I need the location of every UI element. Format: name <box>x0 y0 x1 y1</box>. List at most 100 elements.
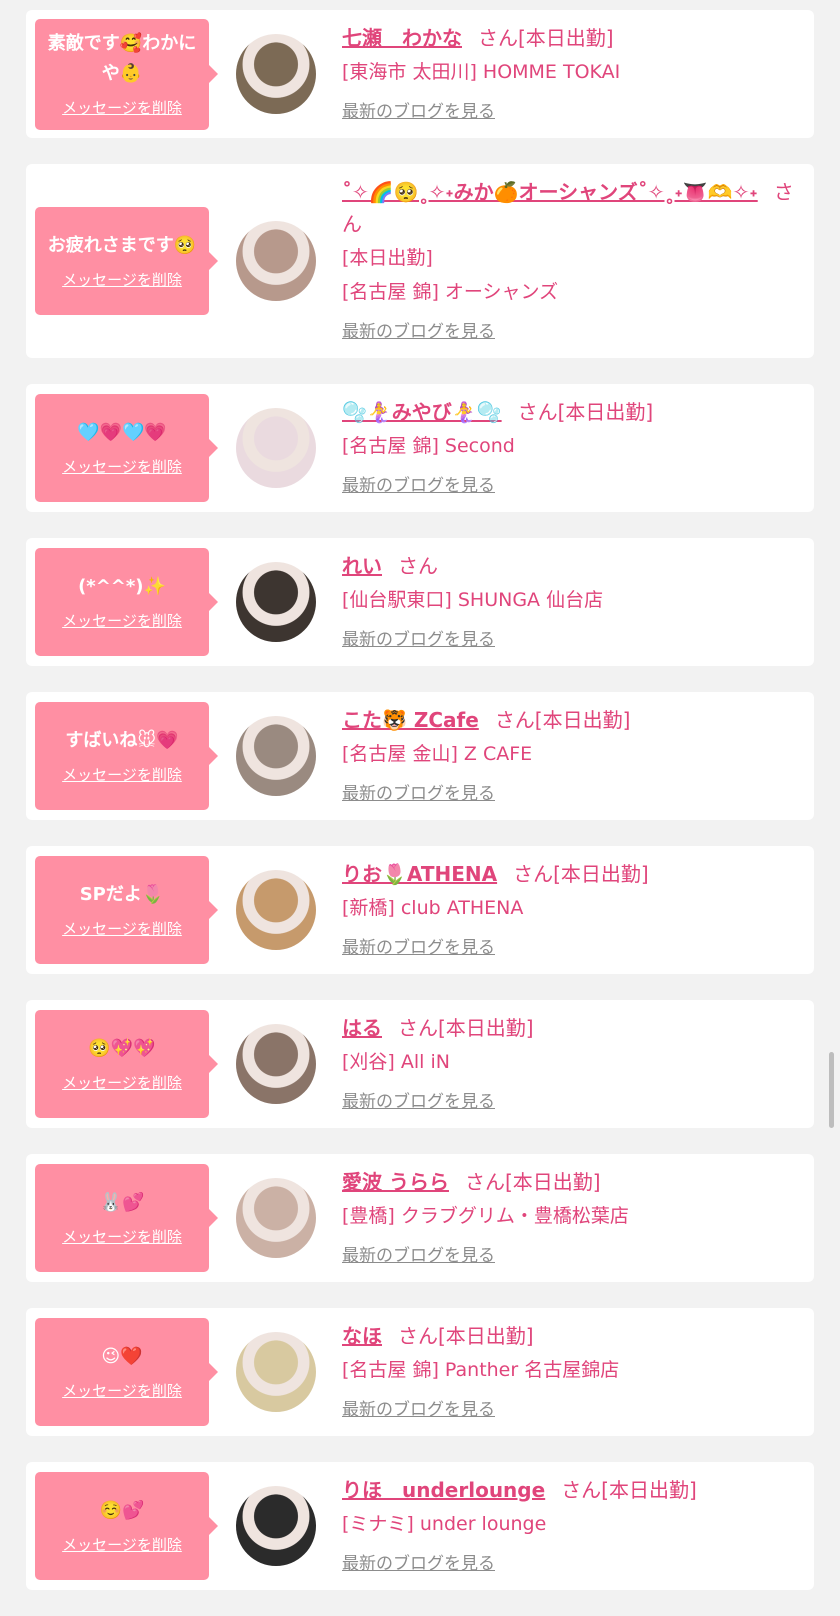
message-text: 🥺💖💖 <box>88 1037 156 1059</box>
name-row: 🫧🧜‍♀️みやび🧜‍♀️🫧 さん[本日出勤] <box>342 396 804 428</box>
delete-message-link[interactable]: メッセージを削除 <box>62 1534 182 1555</box>
delete-message-link[interactable]: メッセージを削除 <box>62 97 182 118</box>
delete-message-link[interactable]: メッセージを削除 <box>62 456 182 477</box>
latest-blog-link[interactable]: 最新のブログを見る <box>342 780 495 808</box>
message-card: 🐰💕 メッセージを削除 愛波 うらら さん[本日出勤] [豊橋] クラブグリム・豊橋松葉… <box>26 1154 814 1282</box>
message-text: お疲れさまです🥺 <box>47 234 197 256</box>
latest-blog-link[interactable]: 最新のブログを見る <box>342 934 495 962</box>
message-bubble: (*^^*)✨ メッセージを削除 <box>35 548 218 656</box>
cast-name-link[interactable]: 愛波 うらら <box>342 1170 449 1194</box>
cast-info: こた🐯 ZCafe さん[本日出勤] [名古屋 金山] Z CAFE 最新のブログを見… <box>342 692 814 820</box>
message-text: 素敵です🥰わかにや👶 <box>47 32 197 84</box>
cast-name-link[interactable]: なほ <box>342 1324 382 1348</box>
name-row: はる さん[本日出勤] <box>342 1012 804 1044</box>
avatar[interactable] <box>236 1024 316 1104</box>
scrollbar[interactable] <box>829 1052 834 1128</box>
shop-location: [ミナミ] under lounge <box>342 1513 547 1535</box>
delete-message-link[interactable]: メッセージを削除 <box>62 918 182 939</box>
shop-location: [豊橋] クラブグリム・豊橋松葉店 <box>342 1205 629 1227</box>
message-card: 🩵💗🩵💗 メッセージを削除 🫧🧜‍♀️みやび🧜‍♀️🫧 さん[本日出勤] [名古屋 錦]… <box>26 384 814 512</box>
latest-blog-link[interactable]: 最新のブログを見る <box>342 626 495 654</box>
cast-name-link[interactable]: れい <box>342 554 382 578</box>
message-card: (*^^*)✨ メッセージを削除 れい さん [仙台駅東口] SHUNGA 仙台店最新の… <box>26 538 814 666</box>
shop-location: [新橋] club ATHENA <box>342 897 524 919</box>
latest-blog-link[interactable]: 最新のブログを見る <box>342 318 495 346</box>
message-text: ☺️💕 <box>99 1499 145 1521</box>
avatar[interactable] <box>236 1178 316 1258</box>
cast-name-link[interactable]: はる <box>342 1016 382 1040</box>
delete-message-link[interactable]: メッセージを削除 <box>62 1226 182 1247</box>
honorific-status: さん[本日出勤] <box>478 26 614 50</box>
avatar[interactable] <box>236 562 316 642</box>
honorific-status: さん <box>398 554 438 578</box>
delete-message-link[interactable]: メッセージを削除 <box>62 1380 182 1401</box>
cast-info: 🫧🧜‍♀️みやび🧜‍♀️🫧 さん[本日出勤] [名古屋 錦] Second 最新のブロ… <box>342 384 814 512</box>
message-bubble: 🐰💕 メッセージを削除 <box>35 1164 218 1272</box>
shop-location: [東海市 太田川] HOMME TOKAI <box>342 61 621 83</box>
message-card: 🥺💖💖 メッセージを削除 はる さん[本日出勤] [刈谷] All iN 最新のブログを見… <box>26 1000 814 1128</box>
cast-info: ˚✧🌈🥺˳✧˖みか🍊オーシャンズ˚✧˳˖👅🫶✧˖ さん [本日出勤] [名古屋 錦] … <box>342 164 814 358</box>
avatar[interactable] <box>236 408 316 488</box>
name-row: なほ さん[本日出勤] <box>342 1320 804 1352</box>
latest-blog-link[interactable]: 最新のブログを見る <box>342 1088 495 1116</box>
message-text: 😉❤️ <box>101 1345 143 1367</box>
cast-name-link[interactable]: りお🌷ATHENA <box>342 862 497 886</box>
shop-location: [仙台駅東口] SHUNGA 仙台店 <box>342 589 604 611</box>
name-row: れい さん <box>342 550 804 582</box>
cast-name-link[interactable]: 🫧🧜‍♀️みやび🧜‍♀️🫧 <box>342 400 502 424</box>
shop-location: [刈谷] All iN <box>342 1051 450 1073</box>
honorific-status: さん[本日出勤] <box>517 400 654 424</box>
name-row: りお🌷ATHENA さん[本日出勤] <box>342 858 804 890</box>
avatar[interactable] <box>236 1486 316 1566</box>
message-list: 素敵です🥰わかにや👶 メッセージを削除 七瀬 わかな さん[本日出勤] [東海市 太田川… <box>26 10 814 1616</box>
honorific-status: さん[本日出勤] <box>464 1170 601 1194</box>
delete-message-link[interactable]: メッセージを削除 <box>62 269 182 290</box>
latest-blog-link[interactable]: 最新のブログを見る <box>342 1550 495 1578</box>
message-bubble: SPだよ🌷 メッセージを削除 <box>35 856 218 964</box>
shop-location: [名古屋 錦] Panther 名古屋錦店 <box>342 1359 620 1381</box>
message-card: SPだよ🌷 メッセージを削除 りお🌷ATHENA さん[本日出勤] [新橋] club … <box>26 846 814 974</box>
delete-message-link[interactable]: メッセージを削除 <box>62 764 182 785</box>
message-card: お疲れさまです🥺 メッセージを削除 ˚✧🌈🥺˳✧˖みか🍊オーシャンズ˚✧˳˖👅🫶✧˖… <box>26 164 814 358</box>
cast-name-link[interactable]: ˚✧🌈🥺˳✧˖みか🍊オーシャンズ˚✧˳˖👅🫶✧˖ <box>342 180 758 204</box>
avatar[interactable] <box>236 221 316 301</box>
honorific-status: さん[本日出勤] <box>398 1016 534 1040</box>
avatar[interactable] <box>236 34 316 114</box>
message-bubble: ☺️💕 メッセージを削除 <box>35 1472 218 1580</box>
message-card: ☺️💕 メッセージを削除 りほ underlounge さん[本日出勤] [ミナミ] u… <box>26 1462 814 1590</box>
cast-info: 七瀬 わかな さん[本日出勤] [東海市 太田川] HOMME TOKAI 最新のブロ… <box>342 10 814 138</box>
message-text: すばいね🐭💗 <box>65 729 179 751</box>
shop-location: [名古屋 金山] Z CAFE <box>342 743 533 765</box>
shop-location: [名古屋 錦] オーシャンズ <box>342 281 559 303</box>
message-bubble: お疲れさまです🥺 メッセージを削除 <box>35 207 218 315</box>
cast-name-link[interactable]: りほ underlounge <box>342 1478 545 1502</box>
message-card: すばいね🐭💗 メッセージを削除 こた🐯 ZCafe さん[本日出勤] [名古屋 金山] … <box>26 692 814 820</box>
message-card: 😉❤️ メッセージを削除 なほ さん[本日出勤] [名古屋 錦] Panther 名古屋… <box>26 1308 814 1436</box>
delete-message-link[interactable]: メッセージを削除 <box>62 610 182 631</box>
avatar[interactable] <box>236 716 316 796</box>
latest-blog-link[interactable]: 最新のブログを見る <box>342 1242 495 1270</box>
cast-info: りお🌷ATHENA さん[本日出勤] [新橋] club ATHENA 最新のブログを… <box>342 846 814 974</box>
message-bubble: 素敵です🥰わかにや👶 メッセージを削除 <box>35 18 218 130</box>
name-row: りほ underlounge さん[本日出勤] <box>342 1474 804 1506</box>
message-bubble: すばいね🐭💗 メッセージを削除 <box>35 702 218 810</box>
cast-info: りほ underlounge さん[本日出勤] [ミナミ] under lounge… <box>342 1462 814 1590</box>
delete-message-link[interactable]: メッセージを削除 <box>62 1072 182 1093</box>
message-text: 🐰💕 <box>99 1191 145 1213</box>
message-text: 🩵💗🩵💗 <box>77 421 167 443</box>
latest-blog-link[interactable]: 最新のブログを見る <box>342 1396 495 1424</box>
cast-name-link[interactable]: こた🐯 ZCafe <box>342 708 479 732</box>
cast-info: はる さん[本日出勤] [刈谷] All iN 最新のブログを見る <box>342 1000 814 1128</box>
avatar[interactable] <box>236 870 316 950</box>
cast-name-link[interactable]: 七瀬 わかな <box>342 26 462 50</box>
message-bubble: 🥺💖💖 メッセージを削除 <box>35 1010 218 1118</box>
cast-info: 愛波 うらら さん[本日出勤] [豊橋] クラブグリム・豊橋松葉店最新のブログを見る <box>342 1154 814 1282</box>
name-row: ˚✧🌈🥺˳✧˖みか🍊オーシャンズ˚✧˳˖👅🫶✧˖ さん <box>342 176 804 240</box>
name-row: 愛波 うらら さん[本日出勤] <box>342 1166 804 1198</box>
honorific-status: さん[本日出勤] <box>398 1324 534 1348</box>
honorific-status: さん[本日出勤] <box>561 1478 697 1502</box>
latest-blog-link[interactable]: 最新のブログを見る <box>342 98 495 126</box>
latest-blog-link[interactable]: 最新のブログを見る <box>342 472 495 500</box>
avatar[interactable] <box>236 1332 316 1412</box>
message-bubble: 🩵💗🩵💗 メッセージを削除 <box>35 394 218 502</box>
